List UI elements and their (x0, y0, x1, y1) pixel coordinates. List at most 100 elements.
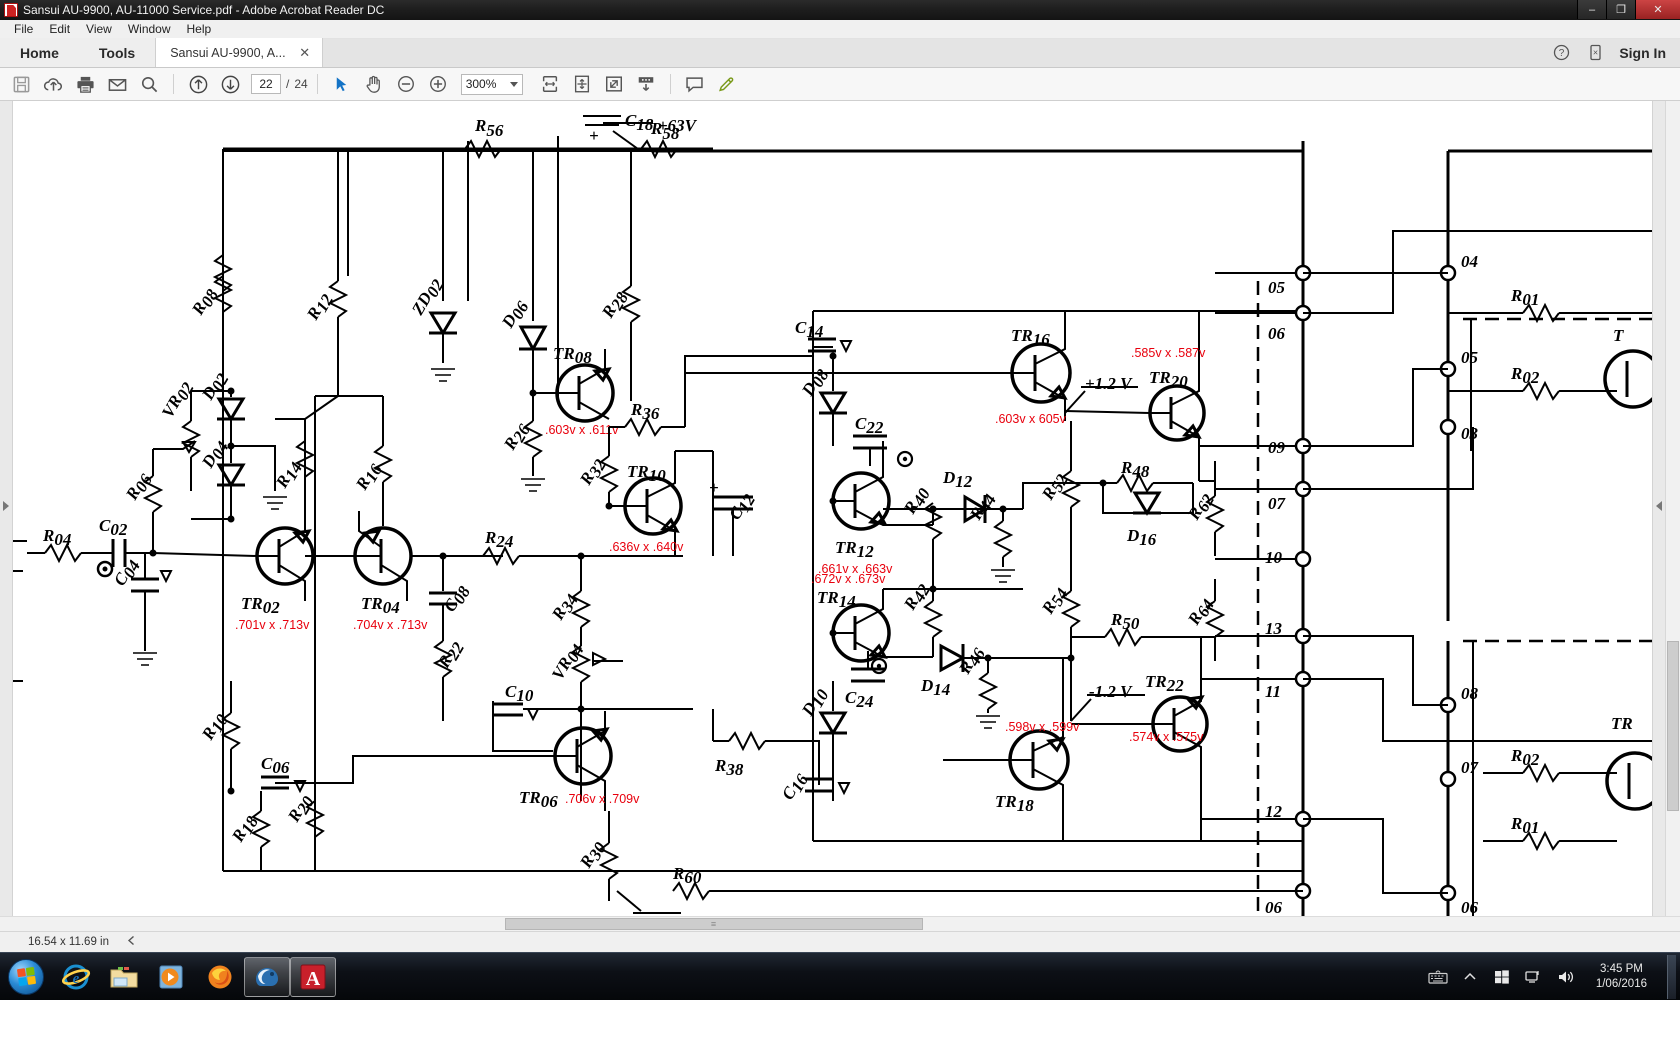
show-hidden-icons-icon[interactable] (1460, 967, 1480, 987)
capacitor-C10: C10 (492, 682, 553, 752)
resistor-R52: R52 (1038, 421, 1082, 556)
internet-explorer-icon[interactable]: e (52, 955, 100, 999)
close-icon[interactable]: ✕ (295, 45, 314, 61)
vertical-scrollbar[interactable] (1665, 101, 1680, 916)
output-stage-right-lower: 08 07 06 R02 R01 TR (1303, 635, 1652, 916)
firefox-icon[interactable] (196, 955, 244, 999)
start-orb-icon[interactable] (0, 955, 52, 999)
menu-item-file[interactable]: File (6, 21, 41, 37)
menu-item-help[interactable]: Help (179, 21, 220, 37)
highlight-pen-icon[interactable] (712, 70, 742, 98)
windows-flag-icon[interactable] (1492, 967, 1512, 987)
resistor-R18: R18 (228, 791, 272, 871)
pdf-page-canvas[interactable]: R56 R58 +63V C18 + R08 R12 ZD02 D06 R28 … (13, 101, 1652, 916)
close-button[interactable]: ✕ (1635, 0, 1680, 19)
menu-item-window[interactable]: Window (120, 21, 179, 37)
diode-D14: D14 (920, 643, 967, 699)
thunderbird-icon[interactable] (244, 956, 290, 997)
chevron-down-icon[interactable] (509, 81, 518, 87)
expand-left-icon[interactable] (1656, 501, 1662, 511)
menu-item-view[interactable]: View (78, 21, 120, 37)
file-explorer-icon[interactable] (100, 955, 148, 999)
measurement-TR18: .598v x .599v (1005, 720, 1080, 734)
junction-dot (1099, 479, 1107, 487)
transistor-TR22: TR22 .574v x .575v (1129, 637, 1209, 841)
capacitor-C12: C12 + (709, 451, 759, 556)
svg-text:C24: C24 (845, 688, 873, 711)
terminal-label-05r: 05 (1461, 348, 1479, 367)
zoom-level-value: 300% (465, 77, 497, 91)
junction-dot (829, 629, 837, 637)
terminal-label-11: 11 (1265, 682, 1281, 701)
svg-text:R44: R44 (966, 489, 1001, 526)
fit-page-icon[interactable] (567, 70, 597, 98)
volume-icon[interactable] (1556, 967, 1576, 987)
svg-text:C12: C12 (725, 489, 759, 525)
expand-right-icon[interactable] (3, 501, 9, 511)
page-number-input[interactable]: 22 (251, 74, 281, 94)
select-cursor-icon[interactable] (327, 70, 357, 98)
maximize-button[interactable]: ❐ (1606, 0, 1635, 19)
svg-text:×: × (1593, 48, 1598, 58)
transistor-label-TR22: TR22 (1145, 672, 1184, 695)
menu-bar: File Edit View Window Help (0, 20, 1680, 39)
resistor-R22: R22 (432, 637, 468, 721)
status-bar: 16.54 x 11.69 in (0, 931, 1680, 952)
capacitor-C06: C06 (261, 754, 307, 794)
svg-text:R42: R42 (900, 579, 935, 616)
taskbar: e A 3:45 PM 1/06/2016 (0, 952, 1680, 1000)
terminal-node-03 (1439, 418, 1457, 436)
svg-text:R30: R30 (576, 837, 611, 874)
voltage-text-minus12: -1.2 V (1089, 682, 1133, 701)
horizontal-scrollbar[interactable]: ≡ (0, 916, 1680, 931)
scroll-down-icon[interactable] (631, 70, 661, 98)
zoom-out-icon[interactable] (391, 70, 421, 98)
svg-text:D14: D14 (920, 676, 950, 699)
zoom-in-icon[interactable] (423, 70, 453, 98)
terminal-label-07: 07 (1268, 494, 1287, 513)
adobe-acrobat-icon[interactable]: A (290, 956, 336, 997)
diode-D02: D02 (198, 368, 246, 446)
toolbar-separator (173, 74, 174, 94)
voltage-label-minus12: -1.2 V (1070, 682, 1145, 722)
fit-width-icon[interactable] (535, 70, 565, 98)
left-navigation-rail[interactable] (0, 101, 13, 916)
save-file-icon[interactable] (6, 70, 36, 98)
horizontal-scrollbar-thumb[interactable]: ≡ (505, 918, 923, 930)
show-desktop-button[interactable] (1667, 955, 1676, 999)
vertical-scrollbar-thumb[interactable] (1667, 641, 1679, 811)
svg-text:C18: C18 (625, 111, 654, 134)
resistor-R06: R06 (122, 449, 164, 553)
comment-icon[interactable] (680, 70, 710, 98)
collapse-left-icon[interactable] (127, 935, 136, 948)
upload-cloud-icon[interactable] (38, 70, 68, 98)
svg-text:D16: D16 (1126, 526, 1157, 549)
terminal-label-10: 10 (1265, 548, 1283, 567)
transistor-label-TR02: TR02 (241, 594, 280, 617)
tab-tools[interactable]: Tools (78, 38, 156, 67)
question-circle-icon[interactable]: ? (1551, 43, 1571, 63)
print-icon[interactable] (70, 70, 100, 98)
sign-in-button[interactable]: Sign In (1619, 45, 1666, 61)
full-screen-icon[interactable] (599, 70, 629, 98)
zoom-level-select[interactable]: 300% (460, 73, 523, 95)
email-icon[interactable] (102, 70, 132, 98)
hand-tool-icon[interactable] (359, 70, 389, 98)
clock[interactable]: 3:45 PM 1/06/2016 (1588, 962, 1655, 992)
resistor-R40: R40 (900, 483, 944, 589)
tab-document[interactable]: Sansui AU-9900, A... ✕ (155, 38, 324, 67)
windows-media-player-icon[interactable] (148, 955, 196, 999)
svg-text:D04: D04 (198, 436, 233, 474)
next-page-icon[interactable] (215, 70, 245, 98)
tab-home[interactable]: Home (0, 38, 79, 67)
previous-page-icon[interactable] (183, 70, 213, 98)
network-icon[interactable] (1524, 967, 1544, 987)
minimize-button[interactable]: – (1577, 0, 1606, 19)
search-icon[interactable] (134, 70, 164, 98)
keyboard-icon[interactable] (1428, 967, 1448, 987)
right-panel-rail[interactable] (1652, 101, 1665, 916)
menu-item-edit[interactable]: Edit (41, 21, 78, 37)
document-viewport[interactable]: R56 R58 +63V C18 + R08 R12 ZD02 D06 R28 … (0, 101, 1680, 916)
mobile-link-icon[interactable]: × (1585, 43, 1605, 63)
resistor-R26: R26 (500, 393, 545, 492)
